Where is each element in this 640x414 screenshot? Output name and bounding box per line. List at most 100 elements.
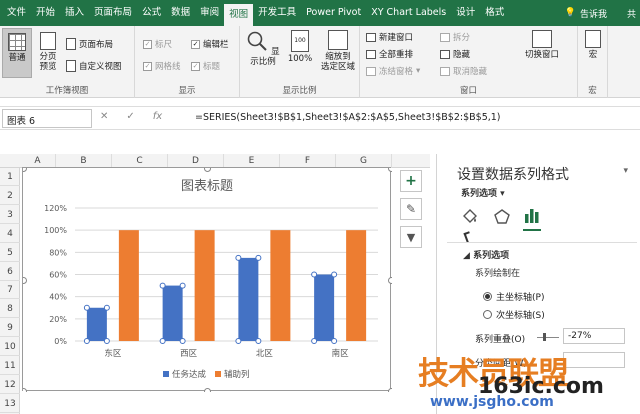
group-label-zoom: 显示比例 [282,86,317,96]
tell-me-box[interactable]: 💡 告诉我 共 [565,7,640,20]
formula-bar-checkbox[interactable]: ✓ 编辑栏 [191,38,229,50]
name-box[interactable]: 图表 6 [2,109,92,128]
new-window-button[interactable]: 新建窗口 [366,31,413,43]
unhide-label: 取消隐藏 [453,67,488,77]
chart-area[interactable]: 图表标题 0% 20% 40% 60% 80% 100% 120% 东区 西区 北区 南区 任务达成 辅助… [20,165,395,395]
switch-windows-button[interactable]: 切换窗口 [520,30,564,60]
new-window-icon [366,32,376,42]
hide-button[interactable]: 隐藏 [440,48,470,60]
column-header-A[interactable]: A [20,154,56,168]
secondary-axis-radio[interactable]: 次坐标轴(S) [483,308,545,321]
secondary-axis-label: 次坐标轴(S) [496,311,545,321]
gap-width-input[interactable] [563,352,625,368]
column-header-D[interactable]: D [168,154,224,168]
zoom-selection-label: 缩放到 选定区域 [320,52,355,72]
bar-0 [314,274,335,341]
tab-3[interactable]: 页面布局 [89,0,137,26]
tab-6[interactable]: 审阅 [195,0,224,26]
row-header-11[interactable]: 11 [0,357,20,375]
chart-resize-handle [388,277,395,284]
normal-view-button[interactable]: 普通 [2,28,32,78]
row-headers: 1 2 3 4 5 6 7 8 9 10 11 12 13 [0,168,20,414]
split-button[interactable]: 拆分 [440,31,470,43]
column-header-F[interactable]: F [280,154,336,168]
row-header-8[interactable]: 8 [0,300,20,319]
zoom-100-button[interactable]: 100 100% [286,30,314,64]
gridlines-checkbox[interactable]: ✓ 网格线 [143,60,181,72]
selection-handle [331,338,338,344]
checkbox-icon: ✓ [191,61,200,71]
tab-5[interactable]: 数据 [166,0,195,26]
tab-2[interactable]: 插入 [60,0,89,26]
fill-line-tab[interactable] [461,208,479,229]
row-header-1[interactable]: 1 [0,168,20,186]
tab-11[interactable]: 设计 [451,0,480,26]
series-options-tab[interactable] [523,206,541,231]
row-header-4[interactable]: 4 [0,225,20,243]
zoom-button[interactable]: 显示比例 [244,30,282,67]
row-header-5[interactable]: 5 [0,244,20,262]
row-header-2[interactable]: 2 [0,187,20,205]
row-header-10[interactable]: 10 [0,338,20,357]
custom-views-button[interactable]: 自定义视图 [66,60,122,72]
tab-4[interactable]: 公式 [137,0,166,26]
chart-elements-button[interactable]: + [400,170,422,192]
row-header-9[interactable]: 9 [0,319,20,338]
column-header-G[interactable]: G [336,154,392,168]
column-header-B[interactable]: B [56,154,112,168]
row-header-3[interactable]: 3 [0,206,20,224]
tab-7[interactable]: 视图 [224,4,254,26]
overlap-slider-thumb[interactable] [543,333,546,341]
pane-menu-icon[interactable]: ▾ [623,166,628,176]
column-header-C[interactable]: C [112,154,168,168]
cancel-icon[interactable]: ✕ [100,111,108,122]
overlap-input[interactable]: -27% [563,328,625,344]
row-header-13[interactable]: 13 [0,395,20,413]
custom-views-label: 自定义视图 [79,62,122,72]
unhide-button[interactable]: 取消隐藏 [440,65,487,77]
effects-tab[interactable] [493,208,511,229]
freeze-icon [366,66,376,76]
macros-button[interactable]: 宏 [582,30,604,60]
row-header-6[interactable]: 6 [0,263,20,281]
zoom-selection-icon [328,30,348,50]
share-button[interactable]: 共 [627,7,636,20]
tab-0[interactable]: 文件 [2,0,31,26]
series-options-dropdown[interactable]: 系列选项 ▾ [461,186,505,199]
freeze-panes-button[interactable]: 冻结窗格 ▾ [366,65,420,77]
ruler-checkbox[interactable]: ✓ 标尺 [143,38,172,50]
row-header-12[interactable]: 12 [0,376,20,394]
chart-filters-button[interactable]: ▼ [400,226,422,248]
normal-view-icon [8,33,26,51]
insert-function-icon[interactable]: fx [153,111,162,122]
tab-12[interactable]: 格式 [480,0,509,26]
chart-resize-handle [204,165,211,172]
plus-icon: + [405,173,417,189]
page-break-preview-button[interactable]: 分页 预览 [34,28,62,78]
series-options-section[interactable]: ◢ 系列选项 [463,248,509,261]
row-header-7[interactable]: 7 [0,281,20,300]
enter-icon[interactable]: ✓ [126,111,134,122]
zoom-to-selection-button[interactable]: 缩放到 选定区域 [318,30,358,72]
selection-handle [331,271,338,278]
headings-checkbox[interactable]: ✓ 标题 [191,60,220,72]
arrange-all-button[interactable]: 全部重排 [366,48,413,60]
chevron-down-icon: ▾ [500,189,505,199]
overlap-slider[interactable] [537,337,559,338]
x-tick-label: 东区 [104,348,122,359]
bar-1 [346,230,367,341]
tab-8[interactable]: 开发工具 [253,0,301,26]
selection-handle [311,271,318,278]
primary-axis-radio[interactable]: 主坐标轴(P) [483,290,544,303]
tab-10[interactable]: XY Chart Labels [366,0,451,26]
tab-1[interactable]: 开始 [31,0,60,26]
page-layout-label: 页面布局 [79,40,114,50]
tell-me-label: 告诉我 [579,9,607,20]
formula-input[interactable]: =SERIES(Sheet3!$B$1,Sheet3!$A$2:$A$5,She… [195,112,501,123]
chart-styles-button[interactable]: ✎ [400,198,422,220]
bar-chart[interactable]: 图表标题 0% 20% 40% 60% 80% 100% 120% 东区 西区 北区 南区任务达成 辅助… [20,165,395,395]
column-header-E[interactable]: E [224,154,280,168]
split-icon [440,32,450,42]
page-layout-view-button[interactable]: 页面布局 [66,38,113,50]
tab-9[interactable]: Power Pivot [301,0,366,26]
